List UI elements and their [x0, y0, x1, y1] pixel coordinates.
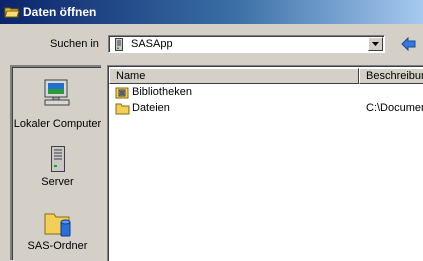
file-name: Bibliotheken — [132, 86, 192, 98]
place-server[interactable]: Server — [13, 144, 102, 190]
back-arrow-icon — [401, 36, 416, 52]
back-button[interactable] — [400, 36, 418, 52]
place-local-computer[interactable]: Lokaler Computer — [13, 76, 102, 134]
file-description: C:\Documents — [366, 102, 423, 114]
list-item-libraries[interactable]: Bibliotheken — [113, 85, 423, 101]
look-in-label: Suchen in — [50, 38, 99, 50]
computer-icon — [42, 78, 72, 111]
open-folder-icon — [4, 5, 20, 19]
library-icon — [115, 86, 129, 102]
place-sas-folders[interactable]: SAS-Ordner — [13, 206, 102, 254]
window-title: Daten öffnen — [23, 5, 97, 19]
place-label: Server — [41, 176, 74, 188]
file-name: Dateien — [132, 102, 170, 114]
title-bar[interactable]: Daten öffnen — [0, 0, 423, 24]
place-label: SAS-Ordner — [27, 240, 88, 252]
dropdown-arrow-button[interactable] — [368, 37, 383, 51]
server-tower-icon — [51, 146, 65, 175]
look-in-combobox[interactable]: SASApp — [108, 35, 385, 53]
places-bar: Lokaler Computer Server SAS-Ordner — [10, 65, 101, 260]
place-label: Lokaler Computer — [13, 118, 102, 130]
file-list[interactable]: Name Beschreibung Bibliotheken Dateien C… — [107, 65, 423, 261]
look-in-value: SASApp — [131, 38, 173, 50]
column-header-name[interactable]: Name — [109, 68, 359, 84]
folder-icon — [115, 102, 130, 118]
sas-folder-icon — [43, 208, 73, 241]
chevron-down-icon — [372, 42, 379, 46]
column-header-description[interactable]: Beschreibung — [359, 68, 423, 84]
server-icon — [115, 38, 123, 51]
list-item-files[interactable]: Dateien C:\Documents — [113, 101, 423, 117]
